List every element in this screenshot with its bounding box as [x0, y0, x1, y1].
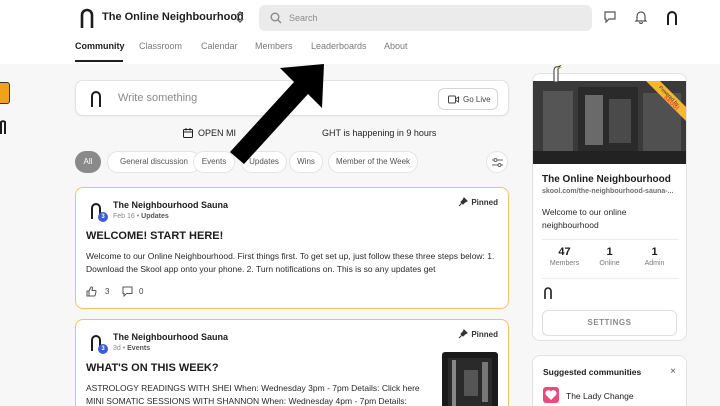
post-meta: Feb 16 • Updates [113, 213, 169, 220]
level-badge: 3 [98, 344, 108, 354]
chip-general-discussion[interactable]: General discussion [107, 151, 201, 173]
tab-calendar[interactable]: Calendar [201, 41, 238, 51]
video-camera-icon [448, 95, 459, 104]
settings-button[interactable]: SETTINGS [542, 310, 677, 336]
svg-text:skool: skool [662, 94, 680, 112]
post-date: Feb 16 [113, 213, 135, 220]
post-card[interactable]: 3 The Neighbourhood Sauna Feb 16 • Updat… [75, 187, 509, 309]
comment-icon[interactable] [122, 286, 133, 297]
filter-settings-button[interactable] [486, 151, 508, 173]
pinned-label: Pinned [471, 330, 498, 339]
like-count: 3 [105, 287, 110, 296]
pin-icon [458, 329, 468, 339]
profile-avatar-icon[interactable] [666, 10, 678, 25]
bell-icon[interactable] [634, 10, 648, 24]
tab-community[interactable]: Community [75, 41, 125, 51]
tab-about[interactable]: About [384, 41, 408, 51]
stat-members[interactable]: 47 Members [542, 246, 587, 267]
post-date: 3d [113, 345, 121, 352]
sliders-icon [492, 158, 503, 167]
stat-admin[interactable]: 1 Admin [632, 246, 677, 267]
chat-icon[interactable] [603, 10, 617, 24]
top-bar: The Online Neighbourhood Community Class… [0, 0, 720, 64]
post-card[interactable]: 3 The Neighbourhood Sauna 3d • Events Pi… [75, 319, 509, 406]
admin-avatar-icon[interactable] [544, 287, 552, 299]
post-category[interactable]: Events [127, 345, 150, 352]
community-url[interactable]: skool.com/the-neighbourhood-sauna-... [542, 188, 673, 195]
tab-classroom[interactable]: Classroom [139, 41, 182, 51]
suggested-community-name[interactable]: The Lady Change [566, 391, 634, 401]
post-category[interactable]: Updates [141, 213, 169, 220]
post-thumbnail[interactable] [442, 352, 498, 406]
community-logo-icon[interactable] [0, 116, 6, 134]
community-title[interactable]: The Online Neighbourhood [542, 174, 671, 185]
level-badge: 3 [98, 212, 108, 222]
stat-label: Members [549, 260, 580, 267]
chip-member-of-the-week[interactable]: Member of the Week [328, 151, 418, 173]
community-description: Welcome to our online neighbourhood [542, 207, 627, 230]
tab-members[interactable]: Members [255, 41, 293, 51]
community-info-card: Powered by skool The Online Neighbourhoo… [532, 73, 687, 341]
post-excerpt-line: MINI SOMATIC SESSIONS WITH SHANNON When:… [86, 396, 407, 406]
community-thumbnail-icon[interactable] [543, 387, 559, 403]
search-icon [270, 12, 282, 24]
user-avatar-icon [91, 91, 101, 107]
tab-leaderboards[interactable]: Leaderboards [311, 41, 367, 51]
powered-by-skool-ribbon[interactable]: Powered by skool [638, 81, 686, 129]
suggested-communities-card: Suggested communities × The Lady Change [532, 355, 687, 406]
post-excerpt[interactable]: Welcome to our Online Neighbourhood. Fir… [86, 250, 500, 276]
pinned-label: Pinned [471, 198, 498, 207]
calendar-icon [183, 128, 193, 138]
community-logo-icon[interactable] [80, 8, 94, 28]
search-input[interactable] [289, 10, 579, 26]
stat-online[interactable]: 1 Online [587, 246, 632, 267]
community-switcher-thumb[interactable] [0, 82, 10, 104]
post-author[interactable]: The Neighbourhood Sauna [113, 200, 228, 210]
go-live-label: Go Live [463, 95, 491, 104]
suggested-title: Suggested communities [543, 367, 642, 377]
stat-label: Online [599, 260, 620, 267]
pin-icon [458, 197, 468, 207]
thumbnail-image-icon [448, 358, 492, 406]
go-live-button[interactable]: Go Live [438, 88, 498, 110]
stat-value: 47 [558, 246, 571, 258]
close-icon[interactable]: × [670, 366, 676, 377]
community-stats: 47 Members 1 Online 1 Admin [542, 239, 679, 279]
stat-value: 1 [651, 246, 658, 258]
post-meta: 3d • Events [113, 345, 151, 352]
thumbs-up-icon[interactable] [86, 286, 97, 297]
event-banner-suffix[interactable]: GHT is happening in 9 hours [322, 128, 436, 138]
search-bar[interactable] [259, 5, 592, 31]
community-name[interactable]: The Online Neighbourhood [102, 11, 244, 23]
chip-all[interactable]: All [75, 151, 101, 173]
duck-mascot-icon [553, 64, 562, 82]
post-excerpt[interactable]: ASTROLOGY READINGS WITH SHEI When: Wedne… [86, 382, 436, 406]
post-title[interactable]: WELCOME! START HERE! [86, 230, 223, 242]
stat-value: 1 [606, 246, 613, 258]
annotation-arrow-icon [230, 64, 324, 164]
post-author[interactable]: The Neighbourhood Sauna [113, 332, 228, 342]
active-tab-indicator [75, 60, 123, 62]
stat-label: Admin [644, 260, 665, 267]
chevron-updown-icon[interactable] [234, 10, 246, 24]
composer-placeholder[interactable]: Write something [118, 92, 197, 104]
post-title[interactable]: WHAT'S ON THIS WEEK? [86, 362, 219, 374]
comment-count: 0 [139, 287, 144, 296]
post-excerpt-line: ASTROLOGY READINGS WITH SHEI When: Wedne… [86, 383, 420, 393]
